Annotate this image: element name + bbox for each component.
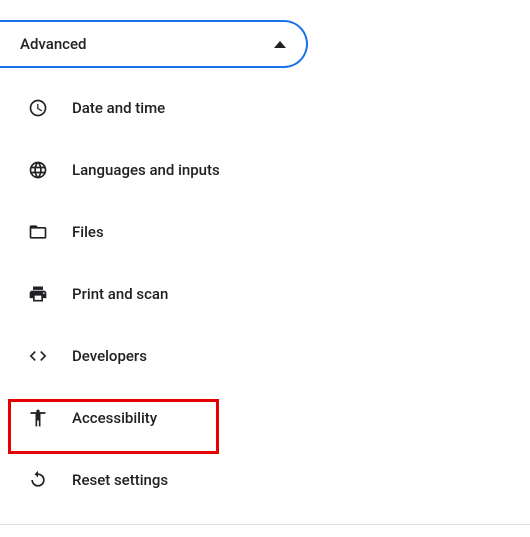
menu-item-label: Reset settings [72, 471, 168, 489]
divider [0, 524, 530, 525]
code-icon [28, 346, 48, 366]
menu-item-developers[interactable]: Developers [0, 332, 530, 380]
advanced-menu: Date and time Languages and inputs Files… [0, 84, 530, 518]
menu-item-label: Languages and inputs [72, 161, 220, 179]
globe-icon [28, 160, 48, 180]
clock-icon [28, 98, 48, 118]
menu-item-date-time[interactable]: Date and time [0, 84, 530, 132]
folder-icon [28, 222, 48, 242]
menu-item-files[interactable]: Files [0, 208, 530, 256]
menu-item-label: Developers [72, 347, 147, 365]
accessibility-icon [28, 408, 48, 428]
reset-icon [28, 470, 48, 490]
advanced-label: Advanced [20, 35, 86, 53]
menu-item-label: Accessibility [72, 409, 157, 427]
menu-item-label: Print and scan [72, 285, 168, 303]
advanced-section-header[interactable]: Advanced [0, 20, 308, 68]
printer-icon [28, 284, 48, 304]
menu-item-accessibility[interactable]: Accessibility [0, 394, 530, 442]
menu-item-print-scan[interactable]: Print and scan [0, 270, 530, 318]
menu-item-label: Date and time [72, 99, 165, 117]
menu-item-reset-settings[interactable]: Reset settings [0, 456, 530, 504]
menu-item-label: Files [72, 223, 104, 241]
caret-up-icon [274, 41, 286, 48]
menu-item-languages[interactable]: Languages and inputs [0, 146, 530, 194]
